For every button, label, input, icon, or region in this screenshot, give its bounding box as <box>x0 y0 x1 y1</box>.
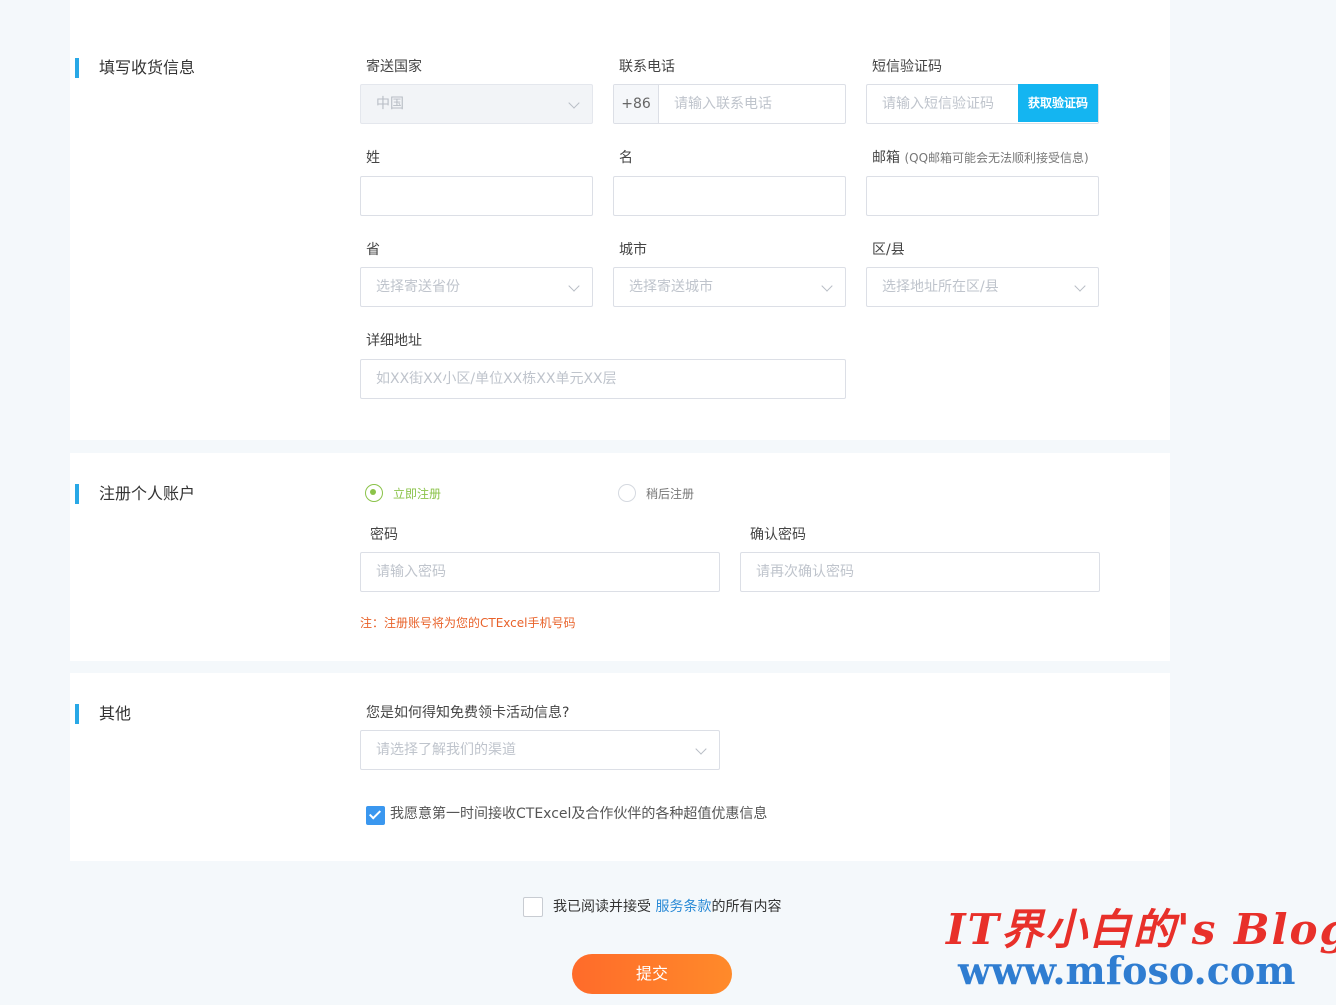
password-input[interactable]: 请输入密码 <box>360 552 720 592</box>
get-code-button[interactable]: 获取验证码 <box>1018 84 1098 122</box>
terms-link[interactable]: 服务条款 <box>655 899 711 915</box>
channel-select[interactable]: 请选择了解我们的渠道 <box>360 730 720 770</box>
phone-prefix: +86 <box>614 85 659 123</box>
section-accent-bar <box>75 484 79 504</box>
address-input[interactable]: 如XX街XX小区/单位XX栋XX单元XX层 <box>360 359 846 399</box>
shipping-section-title: 填写收货信息 <box>75 58 195 78</box>
register-note: 注：注册账号将为您的CTExcel手机号码 <box>360 616 576 630</box>
email-input[interactable] <box>866 176 1099 216</box>
email-label: 邮箱 (QQ邮箱可能会无法顺利接受信息) <box>872 150 1089 166</box>
register-section-title: 注册个人账户 <box>75 484 195 504</box>
city-select[interactable]: 选择寄送城市 <box>613 267 846 307</box>
watermark-line2: www.mfoso.com <box>958 948 1296 993</box>
province-select[interactable]: 选择寄送省份 <box>360 267 593 307</box>
chevron-down-icon <box>695 743 707 755</box>
chevron-down-icon <box>568 280 580 292</box>
district-label: 区/县 <box>872 242 905 258</box>
city-label: 城市 <box>619 242 647 258</box>
confirm-password-label: 确认密码 <box>750 527 806 543</box>
chevron-down-icon <box>821 280 833 292</box>
country-select[interactable]: 中国 <box>360 84 593 124</box>
agreement-text: 我已阅读并接受 服务条款的所有内容 <box>553 899 782 915</box>
other-section-title: 其他 <box>75 704 131 724</box>
submit-button[interactable]: 提交 <box>572 954 732 994</box>
firstname-label: 名 <box>619 150 633 166</box>
section-accent-bar <box>75 58 79 78</box>
sms-label: 短信验证码 <box>872 59 942 75</box>
password-label: 密码 <box>370 527 398 543</box>
chevron-down-icon <box>1074 280 1086 292</box>
confirm-password-input[interactable]: 请再次确认密码 <box>740 552 1100 592</box>
register-now-label[interactable]: 立即注册 <box>393 486 441 502</box>
chevron-down-icon <box>568 97 580 109</box>
district-select[interactable]: 选择地址所在区/县 <box>866 267 1099 307</box>
address-label: 详细地址 <box>366 333 422 349</box>
phone-input[interactable]: 请输入联系电话 <box>674 85 772 123</box>
channel-label: 您是如何得知免费领卡活动信息? <box>366 705 570 721</box>
promo-checkbox[interactable] <box>366 806 385 825</box>
register-now-radio[interactable] <box>365 484 383 502</box>
phone-label: 联系电话 <box>619 59 675 75</box>
agreement-checkbox[interactable] <box>523 897 543 917</box>
promo-checkbox-label: 我愿意第一时间接收CTExcel及合作伙伴的各种超值优惠信息 <box>390 806 768 822</box>
register-later-label[interactable]: 稍后注册 <box>646 486 694 502</box>
country-label: 寄送国家 <box>366 59 422 75</box>
firstname-input[interactable] <box>613 176 846 216</box>
phone-field[interactable]: +86 请输入联系电话 <box>613 84 846 124</box>
section-accent-bar <box>75 704 79 724</box>
email-hint: (QQ邮箱可能会无法顺利接受信息) <box>904 151 1089 165</box>
lastname-label: 姓 <box>366 150 380 166</box>
province-label: 省 <box>366 242 380 258</box>
register-later-radio[interactable] <box>618 484 636 502</box>
lastname-input[interactable] <box>360 176 593 216</box>
